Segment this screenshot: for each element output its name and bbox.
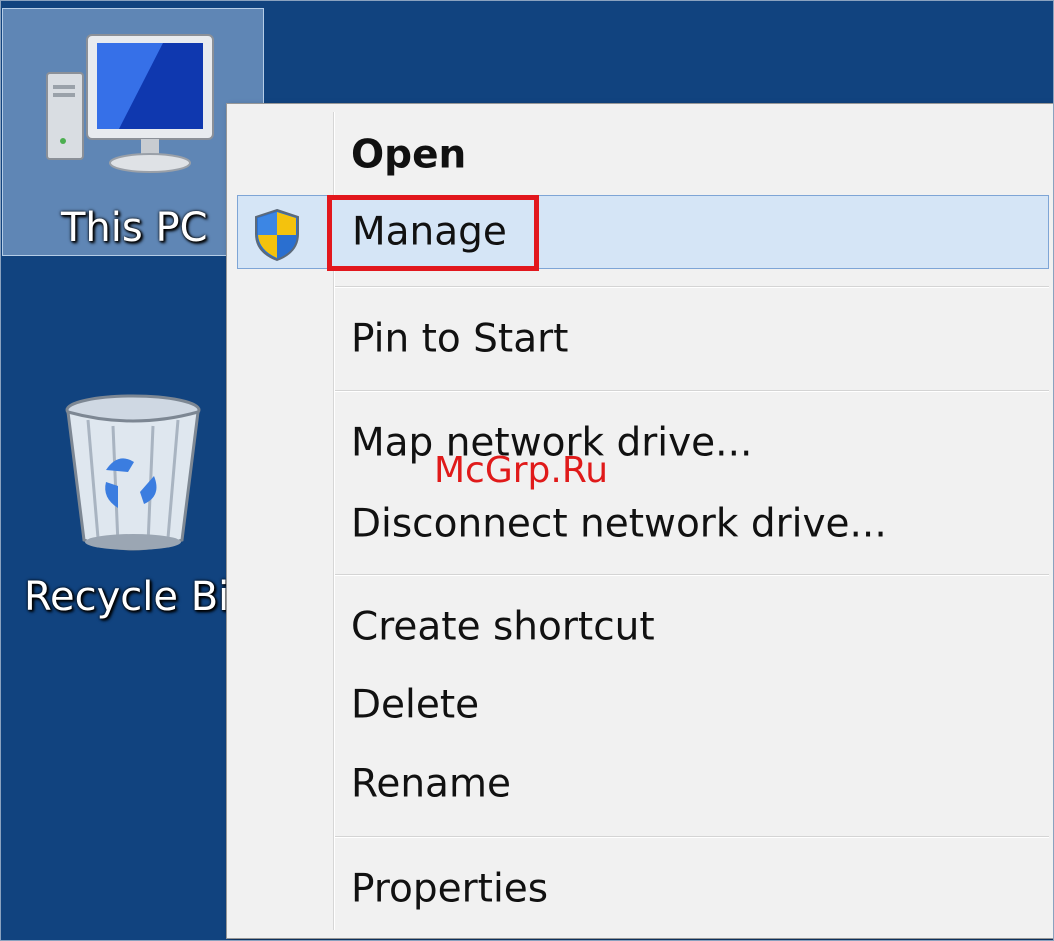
desktop-icon-recycle-bin[interactable]: Recycle Bin	[0, 380, 255, 630]
menu-separator	[335, 286, 1049, 288]
menu-item-rename[interactable]: Rename	[237, 747, 1049, 821]
menu-item-properties[interactable]: Properties	[237, 852, 1049, 926]
menu-item-label: Properties	[351, 866, 549, 912]
menu-item-label: Delete	[351, 682, 480, 728]
menu-item-label: Rename	[351, 761, 511, 807]
uac-shield-icon	[255, 208, 299, 262]
menu-item-label: Pin to Start	[351, 316, 569, 362]
menu-item-open[interactable]: Open	[237, 118, 1049, 192]
recycle-bin-icon	[65, 394, 201, 551]
desktop-icon-label: This PC	[61, 205, 208, 251]
menu-item-pin-to-start[interactable]: Pin to Start	[237, 302, 1049, 376]
desktop-icon-this-pc[interactable]: This PC	[2, 8, 264, 256]
menu-separator	[335, 836, 1049, 838]
menu-item-delete[interactable]: Delete	[237, 668, 1049, 742]
desktop-icon-label: Recycle Bin	[24, 574, 255, 620]
menu-separator	[335, 390, 1049, 392]
menu-item-disconnect-network-drive[interactable]: Disconnect network drive...	[237, 487, 1049, 561]
context-menu: Open Manage Pin to Start Map network dri…	[226, 103, 1054, 939]
annotation-highlight-box	[327, 195, 539, 271]
menu-item-create-shortcut[interactable]: Create shortcut	[237, 590, 1049, 664]
computer-icon	[46, 34, 214, 173]
watermark: McGrp.Ru	[434, 450, 609, 491]
menu-item-label: Disconnect network drive...	[351, 501, 887, 547]
menu-item-label: Create shortcut	[351, 604, 655, 650]
menu-separator	[335, 574, 1049, 576]
menu-item-map-network-drive[interactable]: Map network drive...	[237, 406, 1049, 480]
menu-item-label: Open	[351, 132, 467, 178]
